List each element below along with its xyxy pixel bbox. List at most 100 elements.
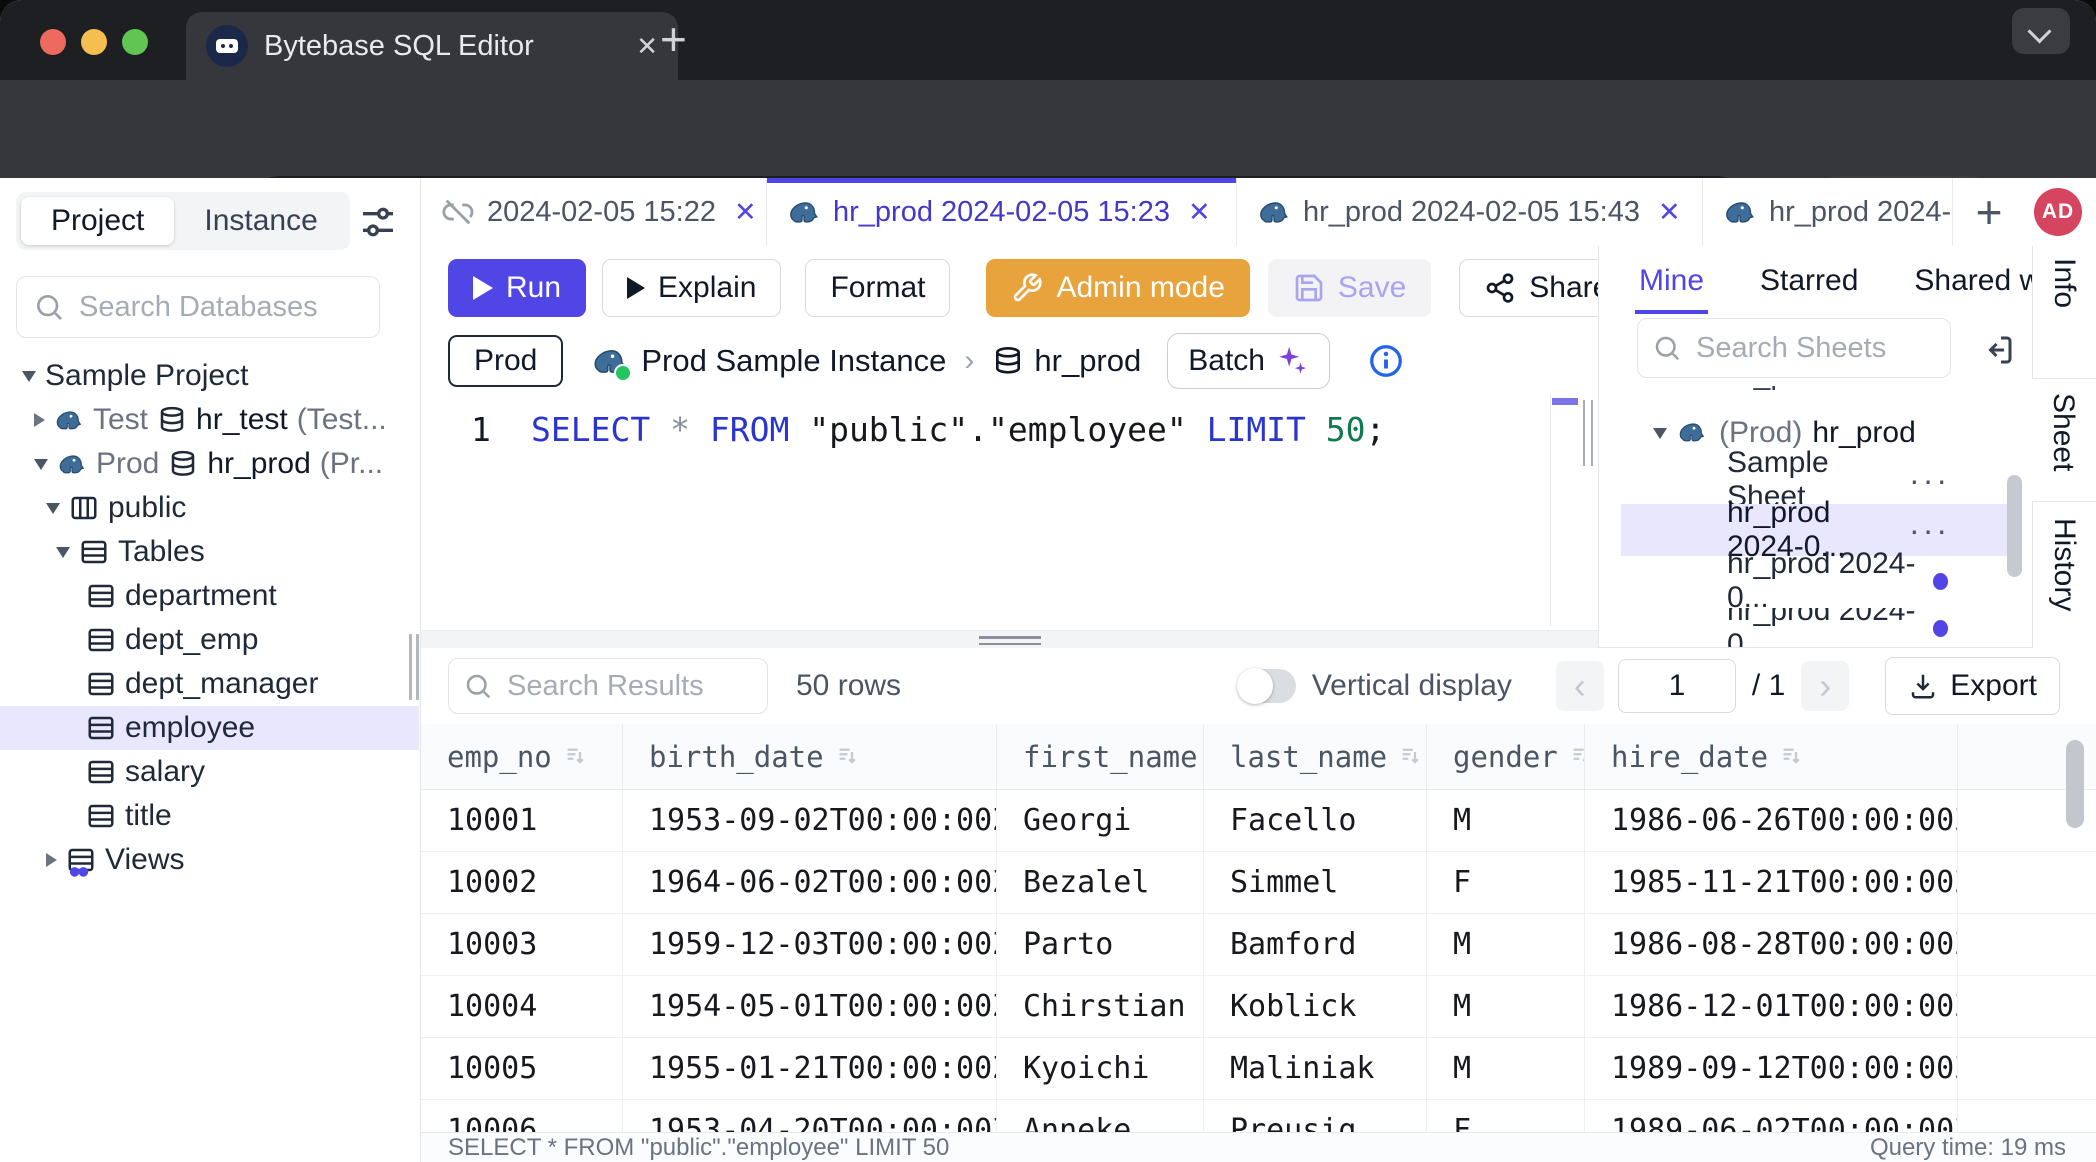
database-search-input[interactable] [77, 290, 363, 325]
column-header-hire_date[interactable]: hire_date [1585, 724, 1958, 789]
tab-starred[interactable]: Starred [1760, 264, 1858, 298]
sheet-item-3[interactable]: hr_prod 2024-0... [1621, 608, 2010, 648]
column-header-first_name[interactable]: first_name [997, 724, 1204, 789]
caret-right-icon[interactable] [34, 413, 45, 427]
collapse-panel-icon[interactable] [1980, 332, 2016, 368]
instance-name[interactable]: Prod Sample Instance [641, 343, 946, 379]
sidebar-resize-handle[interactable] [409, 634, 419, 700]
table-row[interactable]: 100021964-06-02T00:00:00ZBezalelSimmelF1… [421, 852, 2096, 914]
close-browser-tab-icon[interactable]: ✕ [636, 31, 658, 62]
column-header-emp_no[interactable]: emp_no [421, 724, 623, 789]
maximize-window-button[interactable] [122, 29, 148, 55]
tab-shared[interactable]: Shared w [1914, 264, 2032, 298]
batch-mode-chip[interactable]: Batch [1167, 333, 1330, 389]
close-window-button[interactable] [40, 29, 66, 55]
tree-item-db-prod[interactable]: Prod hr_prod (Pr... [0, 442, 419, 486]
sort-icon[interactable] [1568, 743, 1585, 770]
column-header-gender[interactable]: gender [1427, 724, 1585, 789]
tab-project[interactable]: Project [21, 197, 174, 245]
tree-item-db-test[interactable]: Test hr_test (Test... [0, 398, 419, 442]
worksheet-tab-3[interactable]: hr_prod 2024-0 [1703, 178, 1953, 246]
page-input[interactable] [1618, 659, 1736, 713]
rail-tab-info[interactable]: Info [2047, 258, 2081, 308]
worksheet-tab-2[interactable]: hr_prod 2024-02-05 15:43✕ [1237, 178, 1703, 246]
environment-chip[interactable]: Prod [448, 335, 563, 387]
export-button[interactable]: Export [1885, 657, 2060, 715]
table-row[interactable]: 100041954-05-01T00:00:00ZChirstianKoblic… [421, 976, 2096, 1038]
close-tab-icon[interactable]: ✕ [1188, 197, 1211, 228]
caret-down-icon[interactable] [56, 547, 70, 558]
caret-down-icon[interactable] [22, 371, 36, 382]
caret-down-icon[interactable] [46, 503, 60, 514]
table-row[interactable]: 100011953-09-02T00:00:00ZGeorgiFacelloM1… [421, 790, 2096, 852]
rail-tab-sheet[interactable]: Sheet [2032, 378, 2096, 502]
close-tab-icon[interactable]: ✕ [1658, 197, 1681, 228]
caret-down-icon[interactable] [34, 459, 48, 470]
tree-item-schema-public[interactable]: public [0, 486, 419, 530]
table-row[interactable]: 100061953-04-20T00:00:00ZAnnekePreusigF1… [421, 1100, 2096, 1132]
sheet-search-input[interactable] [1694, 331, 1936, 366]
format-button[interactable]: Format [805, 259, 950, 317]
column-header-last_name[interactable]: last_name [1204, 724, 1427, 789]
sheet-search[interactable] [1637, 318, 1951, 378]
search-icon [33, 291, 65, 323]
info-icon[interactable] [1368, 343, 1404, 379]
tree-item-tables[interactable]: Tables [0, 530, 419, 574]
sidebar-table-dept_manager[interactable]: dept_manager [0, 662, 419, 706]
sql-token: FROM [710, 410, 789, 449]
share-icon [1484, 272, 1516, 304]
explain-button[interactable]: Explain [602, 259, 781, 317]
sort-icon[interactable] [1397, 743, 1424, 770]
new-worksheet-button[interactable]: + [1953, 178, 2025, 246]
tab-search-chevron-button[interactable] [2012, 8, 2070, 54]
database-search[interactable] [16, 276, 380, 338]
worksheet-tab-0[interactable]: 2024-02-05 15:22✕ [421, 178, 767, 246]
new-browser-tab-button[interactable]: + [660, 16, 687, 62]
admin-mode-button[interactable]: Admin mode [986, 259, 1249, 317]
right-panel-resize-handle[interactable] [1583, 400, 1593, 466]
sort-icon[interactable] [1778, 743, 1805, 770]
caret-down-icon[interactable] [1653, 428, 1667, 439]
sql-line: SELECT * FROM "public"."employee" LIMIT … [531, 410, 1385, 449]
sheets-scrollbar[interactable] [2007, 475, 2022, 577]
sql-token [1187, 410, 1207, 449]
database-name[interactable]: hr_prod [1034, 343, 1141, 379]
sheet-menu-icon[interactable]: ··· [1909, 512, 1950, 549]
tree-item-views[interactable]: Views [0, 838, 419, 882]
sheet-menu-icon[interactable]: ··· [1909, 462, 1950, 499]
column-header-birth_date[interactable]: birth_date [623, 724, 997, 789]
env-label: Test [93, 403, 148, 437]
sheet-item-2[interactable]: hr_prod 2024-0... [1621, 557, 2010, 605]
worksheet-tab-1[interactable]: hr_prod 2024-02-05 15:23✕ [767, 178, 1237, 246]
sort-icon[interactable] [562, 743, 589, 770]
save-button[interactable]: Save [1268, 259, 1431, 317]
table-row[interactable]: 100051955-01-21T00:00:00ZKyoichiMaliniak… [421, 1038, 2096, 1100]
clipped-sheet-item[interactable]: hr_prod 2024-0... [1727, 386, 1992, 398]
run-button[interactable]: Run [448, 259, 586, 317]
browser-tab[interactable]: Bytebase SQL Editor ✕ [186, 12, 678, 80]
sort-icon[interactable] [834, 743, 861, 770]
sidebar-table-salary[interactable]: salary [0, 750, 419, 794]
filter-settings-icon[interactable] [358, 202, 398, 242]
tab-instance[interactable]: Instance [174, 197, 347, 245]
vertical-display-toggle[interactable] [1238, 669, 1296, 703]
tab-mine[interactable]: Mine [1639, 264, 1704, 298]
tree-item-project[interactable]: Sample Project [0, 354, 419, 398]
table-row[interactable]: 100031959-12-03T00:00:00ZPartoBamfordM19… [421, 914, 2096, 976]
rail-tab-history[interactable]: History [2047, 518, 2081, 611]
results-divider[interactable] [421, 630, 1598, 648]
results-search[interactable] [448, 658, 768, 714]
sidebar-table-title[interactable]: title [0, 794, 419, 838]
prev-page-button[interactable]: ‹ [1556, 661, 1604, 711]
sidebar-table-department[interactable]: department [0, 574, 419, 618]
next-page-button[interactable]: › [1801, 661, 1849, 711]
sidebar-table-employee[interactable]: employee [0, 706, 419, 750]
avatar[interactable]: AD [2034, 188, 2082, 236]
sidebar-table-dept_emp[interactable]: dept_emp [0, 618, 419, 662]
close-tab-icon[interactable]: ✕ [734, 197, 757, 228]
sql-editor[interactable]: 1 SELECT * FROM "public"."employee" LIMI… [421, 392, 1598, 630]
results-search-input[interactable] [505, 669, 753, 704]
results-scrollbar[interactable] [2066, 740, 2084, 828]
caret-right-icon[interactable] [46, 853, 57, 867]
minimize-window-button[interactable] [81, 29, 107, 55]
